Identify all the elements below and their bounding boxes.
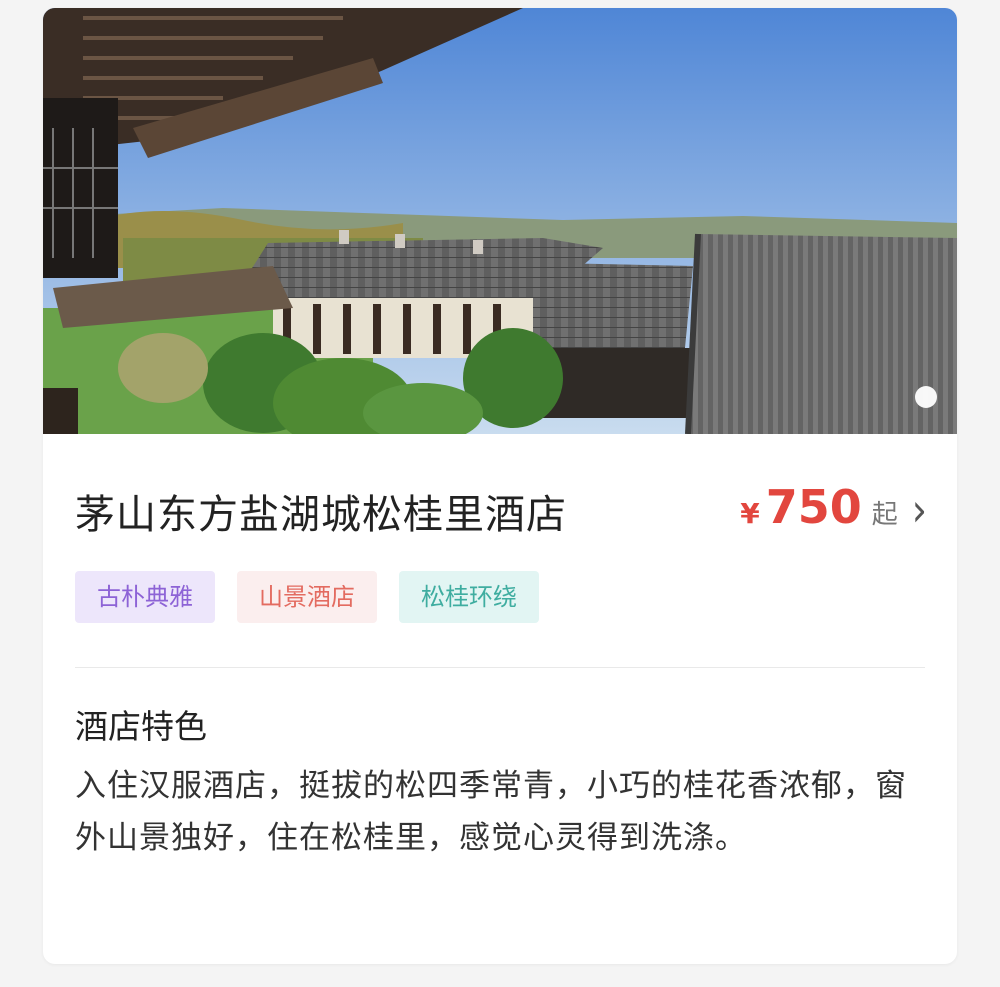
hotel-photo[interactable] <box>43 8 957 434</box>
price-value: 750 <box>765 480 862 534</box>
price-unit: 起 <box>871 500 898 530</box>
chevron-right-icon[interactable]: › <box>912 484 927 537</box>
price-block[interactable]: ¥ 750 起 › <box>740 480 927 537</box>
feature-heading: 酒店特色 <box>75 707 207 746</box>
tag-list: 古朴典雅 山景酒店 松桂环绕 <box>75 571 539 623</box>
tag-mountain-view: 山景酒店 <box>237 571 377 623</box>
divider <box>75 667 925 668</box>
tag-pine-osmanthus: 松桂环绕 <box>399 571 539 623</box>
currency-symbol: ¥ <box>740 497 760 530</box>
hotel-name[interactable]: 茅山东方盐湖城松桂里酒店 <box>75 482 567 540</box>
carousel-dot-icon[interactable] <box>915 386 937 408</box>
hotel-card[interactable]: 茅山东方盐湖城松桂里酒店 ¥ 750 起 › 古朴典雅 山景酒店 松桂环绕 酒店… <box>43 8 957 964</box>
tag-classic: 古朴典雅 <box>75 571 215 623</box>
feature-description: 入住汉服酒店，挺拔的松四季常青，小巧的桂花香浓郁，窗外山景独好，住在松桂里，感觉… <box>75 768 907 856</box>
